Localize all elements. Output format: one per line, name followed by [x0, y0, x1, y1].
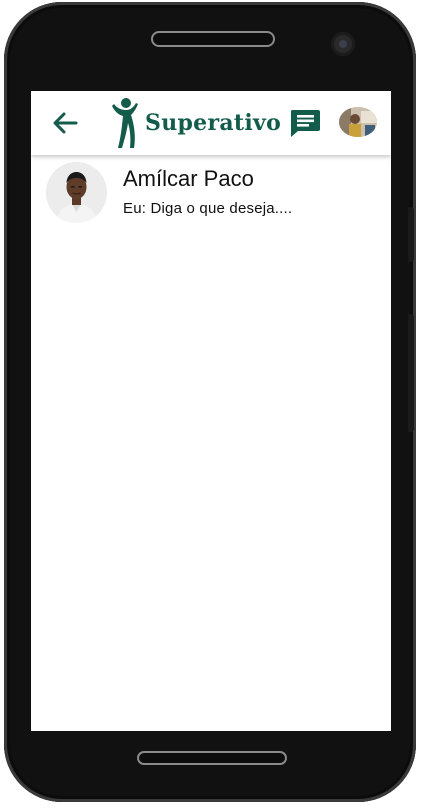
- brand-name: Superativo: [145, 110, 282, 136]
- back-button[interactable]: [51, 109, 79, 137]
- contact-avatar: [46, 162, 107, 223]
- conversation-item[interactable]: Amílcar Paco Eu: Diga o que deseja....: [31, 155, 391, 225]
- profile-avatar[interactable]: [339, 107, 377, 137]
- conversation-list: Amílcar Paco Eu: Diga o que deseja....: [31, 155, 391, 225]
- chat-bubble-icon: [291, 110, 320, 137]
- bottom-speaker: [139, 753, 285, 763]
- user-profile-photo: [339, 107, 377, 137]
- contact-photo: [46, 162, 107, 223]
- volume-button: [408, 207, 414, 262]
- power-button: [408, 314, 414, 432]
- person-figure-logo-icon: [112, 98, 138, 148]
- last-message-preview: Eu: Diga o que deseja....: [123, 200, 293, 217]
- chat-button[interactable]: [288, 107, 322, 139]
- app-screen: Superativo Amílcar Paco Eu: Diga o que d…: [31, 91, 391, 731]
- contact-name: Amílcar Paco: [123, 166, 254, 191]
- front-camera: [331, 32, 355, 56]
- brand-logo: Superativo: [109, 96, 281, 150]
- earpiece-speaker: [153, 33, 273, 45]
- arrow-back-icon: [53, 112, 78, 134]
- app-bar: Superativo: [31, 91, 391, 155]
